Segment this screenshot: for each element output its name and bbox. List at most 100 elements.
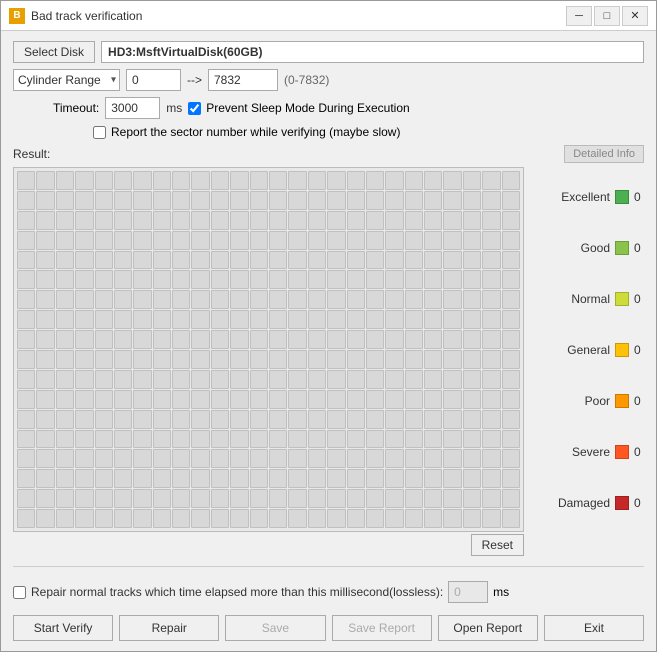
- grid-cell: [172, 410, 190, 429]
- grid-cell: [424, 270, 442, 289]
- start-verify-button[interactable]: Start Verify: [13, 615, 113, 641]
- range-type-select[interactable]: Cylinder Range: [13, 69, 120, 91]
- grid-cell: [463, 231, 481, 250]
- repair-checkbox-label[interactable]: [13, 586, 26, 599]
- grid-cell: [114, 430, 132, 449]
- legend-color-box: [615, 343, 629, 357]
- grid-cell: [405, 410, 423, 429]
- exit-button[interactable]: Exit: [544, 615, 644, 641]
- prevent-sleep-checkbox[interactable]: [188, 102, 201, 115]
- grid-cell: [269, 489, 287, 508]
- repair-checkbox[interactable]: [13, 586, 26, 599]
- grid-cell: [482, 489, 500, 508]
- grid-cell: [385, 390, 403, 409]
- grid-cell: [250, 410, 268, 429]
- grid-cell: [17, 449, 35, 468]
- grid-cell: [56, 469, 74, 488]
- detailed-info-button[interactable]: Detailed Info: [564, 145, 644, 163]
- grid-cell: [288, 430, 306, 449]
- grid-cell: [308, 489, 326, 508]
- grid-cell: [36, 191, 54, 210]
- grid-cell: [230, 469, 248, 488]
- report-sector-checkbox[interactable]: [93, 126, 106, 139]
- grid-cell: [424, 330, 442, 349]
- grid-cell: [211, 509, 229, 528]
- grid-cell: [153, 509, 171, 528]
- grid-cell: [36, 171, 54, 190]
- grid-cell: [250, 251, 268, 270]
- grid-cell: [230, 430, 248, 449]
- grid-cell: [385, 489, 403, 508]
- grid-cell: [482, 430, 500, 449]
- grid-cell: [230, 410, 248, 429]
- grid-cell: [502, 509, 520, 528]
- grid-cell: [153, 410, 171, 429]
- grid-cell: [250, 171, 268, 190]
- grid-cell: [114, 211, 132, 230]
- grid-cell: [56, 430, 74, 449]
- grid-cell: [133, 251, 151, 270]
- grid-cell: [153, 489, 171, 508]
- grid-cell: [502, 449, 520, 468]
- separator: [13, 566, 644, 567]
- grid-cell: [288, 231, 306, 250]
- grid-cell: [385, 171, 403, 190]
- save-button[interactable]: Save: [225, 615, 325, 641]
- grid-cell: [502, 469, 520, 488]
- grid-cell: [133, 270, 151, 289]
- grid-cell: [327, 191, 345, 210]
- grid-cell: [56, 350, 74, 369]
- grid-cell: [366, 251, 384, 270]
- report-sector-label[interactable]: Report the sector number while verifying…: [93, 125, 400, 139]
- grid-cell: [17, 231, 35, 250]
- grid-cell: [153, 231, 171, 250]
- window-title: Bad track verification: [31, 9, 566, 23]
- grid-cell: [385, 449, 403, 468]
- maximize-button[interactable]: □: [594, 6, 620, 26]
- grid-cell: [191, 469, 209, 488]
- grid-cell: [56, 489, 74, 508]
- grid-cell: [308, 191, 326, 210]
- grid-cell: [17, 171, 35, 190]
- app-icon: B: [9, 8, 25, 24]
- save-report-button[interactable]: Save Report: [332, 615, 432, 641]
- legend-color-box: [615, 445, 629, 459]
- grid-cell: [211, 191, 229, 210]
- grid-cell: [385, 469, 403, 488]
- grid-cell: [308, 350, 326, 369]
- select-disk-button[interactable]: Select Disk: [13, 41, 95, 63]
- open-report-button[interactable]: Open Report: [438, 615, 538, 641]
- grid-cell: [482, 270, 500, 289]
- grid-cell: [95, 191, 113, 210]
- close-button[interactable]: ✕: [622, 6, 648, 26]
- repair-row: Repair normal tracks which time elapsed …: [13, 581, 644, 603]
- grid-cell: [191, 410, 209, 429]
- grid-cell: [405, 270, 423, 289]
- cylinder-to-input[interactable]: [208, 69, 278, 91]
- grid-cell: [56, 211, 74, 230]
- grid-cell: [95, 489, 113, 508]
- cylinder-from-input[interactable]: [126, 69, 181, 91]
- disk-select-row: Select Disk HD3:MsftVirtualDisk(60GB): [13, 41, 644, 63]
- grid-cell: [308, 430, 326, 449]
- grid-cell: [405, 330, 423, 349]
- grid-cell: [347, 191, 365, 210]
- grid-cell: [424, 370, 442, 389]
- grid-cell: [288, 310, 306, 329]
- repair-ms-input[interactable]: [448, 581, 488, 603]
- grid-cell: [114, 251, 132, 270]
- grid-cell: [211, 251, 229, 270]
- minimize-button[interactable]: ─: [566, 6, 592, 26]
- reset-button[interactable]: Reset: [471, 534, 524, 556]
- prevent-sleep-label[interactable]: Prevent Sleep Mode During Execution: [188, 101, 409, 115]
- grid-cell: [172, 211, 190, 230]
- grid-cell: [56, 191, 74, 210]
- grid-cell: [443, 290, 461, 309]
- repair-button[interactable]: Repair: [119, 615, 219, 641]
- grid-cell: [211, 171, 229, 190]
- timeout-input[interactable]: [105, 97, 160, 119]
- legend-item-severe: Severe0: [534, 445, 644, 459]
- grid-cell: [75, 410, 93, 429]
- grid-cell: [211, 231, 229, 250]
- grid-cell: [230, 330, 248, 349]
